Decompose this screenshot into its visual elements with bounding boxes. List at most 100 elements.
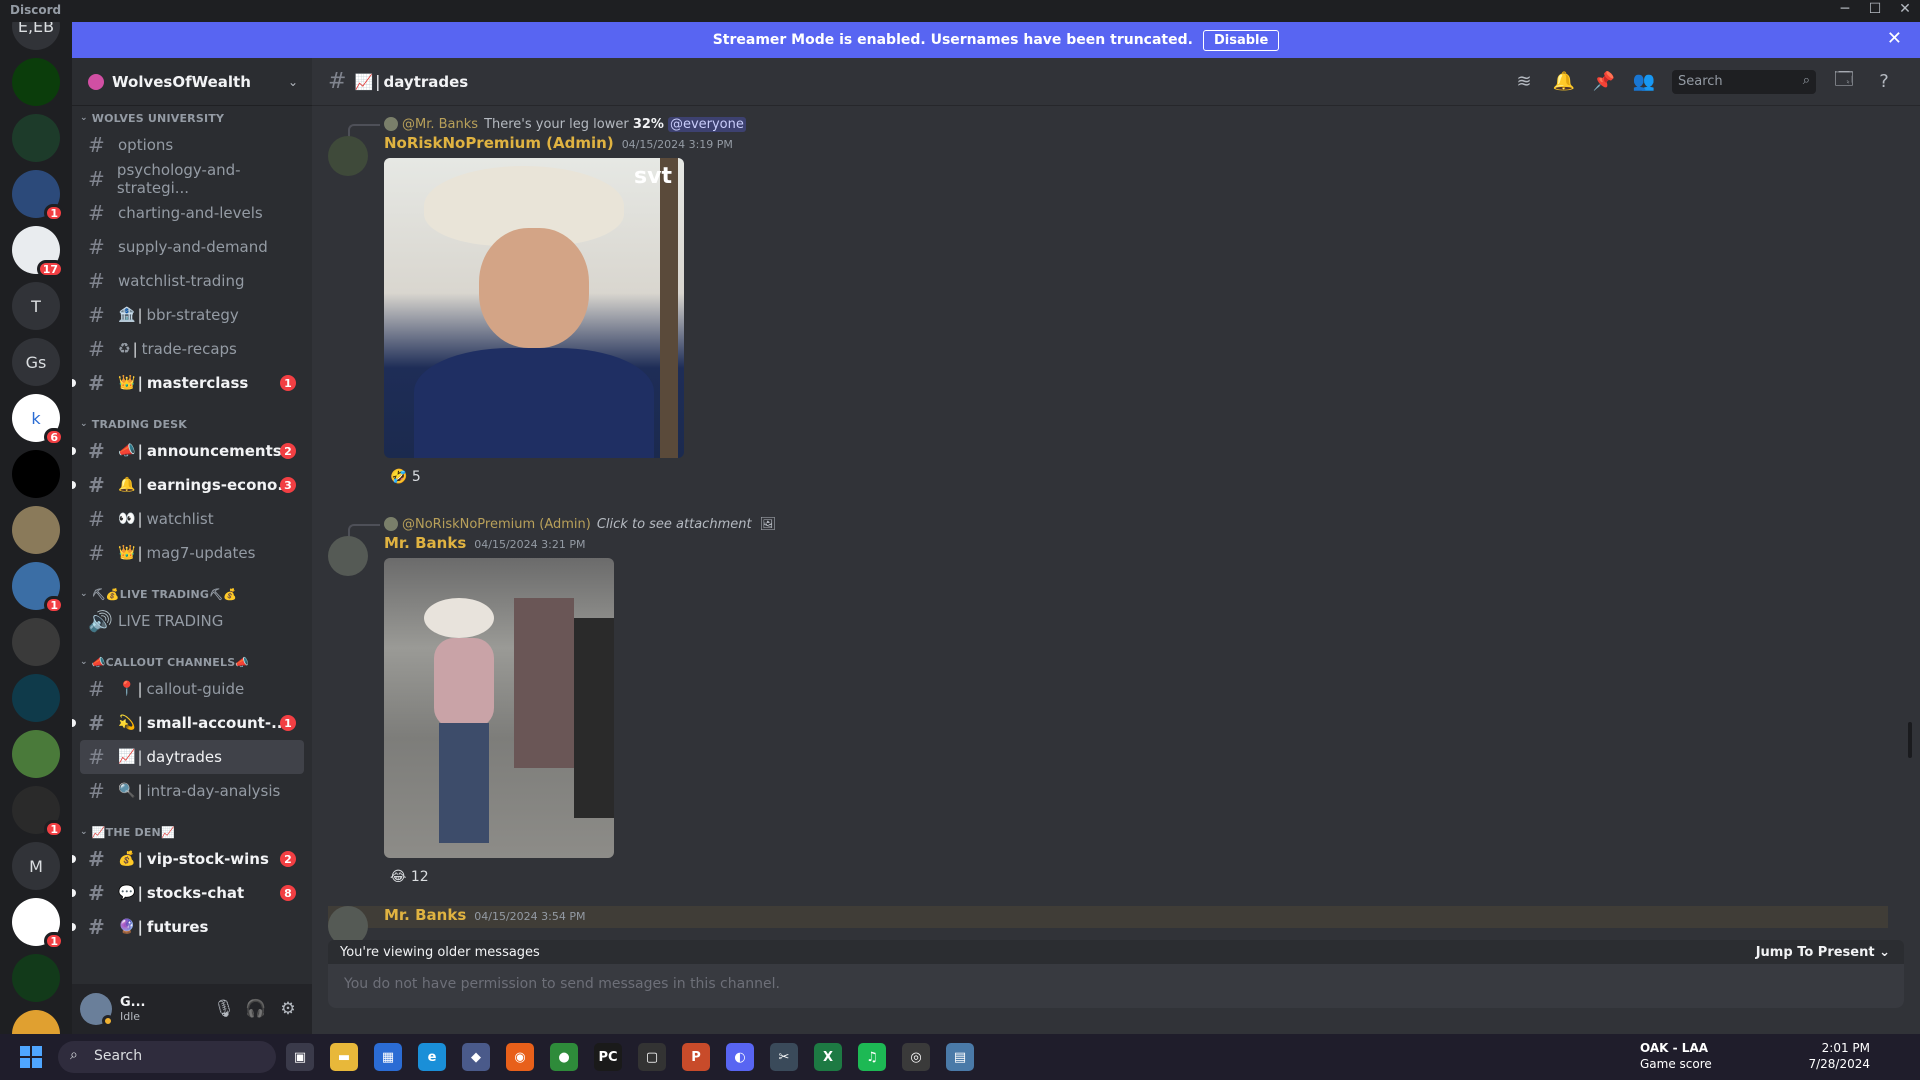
channel-category[interactable]: ⌄ TRADING DESK xyxy=(72,414,312,434)
pinned-messages-icon[interactable]: 📌 xyxy=(1584,71,1624,92)
server-icon[interactable] xyxy=(12,730,60,778)
author-avatar[interactable] xyxy=(328,136,368,176)
server-icon[interactable]: Gs xyxy=(12,338,60,386)
server-icon[interactable]: 1 xyxy=(12,562,64,614)
help-icon[interactable]: ? xyxy=(1864,71,1904,92)
system-clock[interactable]: 2:01 PM 7/28/2024 xyxy=(1790,1040,1870,1072)
reaction-button[interactable]: 😂 12 xyxy=(384,864,435,890)
server-icon[interactable]: k6 xyxy=(12,394,64,446)
task-view-icon[interactable]: ▣ xyxy=(286,1043,314,1071)
channel-item[interactable]: # 📈 | daytrades xyxy=(80,740,304,774)
headphones-icon[interactable]: 🎧 xyxy=(240,999,272,1019)
store-icon[interactable]: ▦ xyxy=(374,1043,402,1071)
chevron-down-icon[interactable]: ⌄ xyxy=(288,75,298,89)
channel-item[interactable]: # 🔮 | futures xyxy=(72,910,304,944)
maximize-button[interactable]: ☐ xyxy=(1860,1,1890,17)
gif-attachment[interactable] xyxy=(384,558,614,858)
channel-item[interactable]: # watchlist-trading xyxy=(80,264,304,298)
gif-attachment[interactable]: svt xyxy=(384,158,684,458)
channel-category[interactable]: ⌄ 📣CALLOUT CHANNELS📣 xyxy=(72,652,312,672)
server-icon[interactable] xyxy=(12,114,60,162)
inbox-icon[interactable]: 🗔 xyxy=(1824,67,1864,97)
app-icon[interactable]: ▤ xyxy=(946,1043,974,1071)
reply-author[interactable]: @Mr. Banks xyxy=(402,117,478,132)
close-banner-icon[interactable]: ✕ xyxy=(1887,28,1902,49)
firefox-icon[interactable]: ◉ xyxy=(506,1043,534,1071)
server-icon[interactable]: 17 xyxy=(12,226,64,278)
pycharm-icon[interactable]: PC xyxy=(594,1043,622,1071)
message-author[interactable]: Mr. Banks xyxy=(384,906,466,924)
edge-icon[interactable]: e xyxy=(418,1043,446,1071)
server-icon[interactable] xyxy=(12,954,60,1002)
channel-item[interactable]: # 📍 | callout-guide xyxy=(80,672,304,706)
channel-item[interactable]: # psychology-and-strategi... xyxy=(80,161,304,197)
powerpoint-icon[interactable]: P xyxy=(682,1043,710,1071)
jump-to-present-button[interactable]: Jump To Present ⌄ xyxy=(1756,945,1890,960)
message-author[interactable]: NoRiskNoPremium (Admin) xyxy=(384,134,614,152)
message-reply[interactable]: @NoRiskNoPremium (Admin) Click to see at… xyxy=(348,514,1888,538)
disable-streamer-button[interactable]: Disable xyxy=(1202,29,1280,51)
member-list-icon[interactable]: 👥 xyxy=(1624,71,1664,92)
channel-item[interactable]: # 🏦 | bbr-strategy xyxy=(80,298,304,332)
reply-author[interactable]: @NoRiskNoPremium (Admin) xyxy=(402,517,591,532)
server-icon[interactable] xyxy=(12,1010,60,1034)
app-icon[interactable]: ◆ xyxy=(462,1043,490,1071)
server-icon[interactable] xyxy=(12,618,60,666)
channel-category[interactable]: ⌄ WOLVES UNIVERSITY xyxy=(72,108,312,128)
channel-category[interactable]: ⌄ ⛏💰LIVE TRADING⛏💰 xyxy=(72,584,312,604)
chrome-icon[interactable]: ● xyxy=(550,1043,578,1071)
taskbar-search-input[interactable]: ⌕ Search xyxy=(58,1041,276,1073)
discord-icon[interactable]: ◐ xyxy=(726,1043,754,1071)
channel-item[interactable]: # ♻ | trade-recaps xyxy=(80,332,304,366)
server-icon[interactable] xyxy=(12,506,60,554)
channel-item[interactable]: # 💫 | small-account-... 1 xyxy=(72,706,304,740)
windows-start-icon[interactable] xyxy=(20,1046,42,1068)
channel-item[interactable]: # 🔔 | earnings-econo... 3 xyxy=(72,468,304,502)
server-icon[interactable] xyxy=(12,674,60,722)
channel-item[interactable]: # 👑 | mag7-updates xyxy=(80,536,304,570)
server-icon[interactable] xyxy=(12,58,60,106)
message-author[interactable]: Mr. Banks xyxy=(384,534,466,552)
channel-item[interactable]: # 👑 | masterclass 1 xyxy=(72,366,304,400)
app-icon[interactable]: ▢ xyxy=(638,1043,666,1071)
channel-item[interactable]: # supply-and-demand xyxy=(80,230,304,264)
server-icon[interactable]: T xyxy=(12,282,60,330)
microphone-icon[interactable]: 🎙 xyxy=(208,999,240,1019)
user-avatar[interactable] xyxy=(80,993,114,1027)
spotify-icon[interactable]: ♫ xyxy=(858,1043,886,1071)
channel-item[interactable]: # 👀 | watchlist xyxy=(80,502,304,536)
chat-scrollbar[interactable] xyxy=(1908,722,1912,758)
server-icon[interactable]: 1 xyxy=(12,170,64,222)
reply-text[interactable]: Click to see attachment xyxy=(597,517,752,532)
game-score-widget[interactable]: OAK - LAA Game score xyxy=(1640,1040,1712,1072)
channel-item[interactable]: # 💰 | vip-stock-wins 2 xyxy=(72,842,304,876)
channel-item[interactable]: # 📣 | announcements 2 xyxy=(72,434,304,468)
server-header[interactable]: WolvesOfWealth ⌄ xyxy=(72,58,312,106)
notification-bell-icon[interactable]: 🔔 xyxy=(1544,71,1584,92)
channel-item[interactable]: # options xyxy=(80,128,304,162)
close-window-button[interactable]: ✕ xyxy=(1890,1,1920,17)
search-input[interactable]: Search ⌕ xyxy=(1672,69,1816,94)
channel-item[interactable]: # charting-and-levels xyxy=(80,196,304,230)
everyone-mention[interactable]: @everyone xyxy=(667,116,746,132)
server-icon[interactable]: 1 xyxy=(12,898,64,950)
server-icon[interactable] xyxy=(12,450,60,498)
channel-item[interactable]: # 🔍 | intra-day-analysis xyxy=(80,774,304,808)
channel-item[interactable]: 🔊 LIVE TRADING xyxy=(80,604,304,638)
snipping-tool-icon[interactable]: ✂ xyxy=(770,1043,798,1071)
message-reply[interactable]: @Mr. Banks There's your leg lower 32% @e… xyxy=(348,114,1888,138)
author-avatar[interactable] xyxy=(328,536,368,576)
file-explorer-icon[interactable]: ▬ xyxy=(330,1043,358,1071)
settings-gear-icon[interactable]: ⚙ xyxy=(272,999,304,1019)
reaction-button[interactable]: 🤣 5 xyxy=(384,464,427,490)
server-icon[interactable]: E,EB xyxy=(12,22,60,50)
server-icon[interactable]: 1 xyxy=(12,786,64,838)
older-messages-bar[interactable]: You're viewing older messages Jump To Pr… xyxy=(328,940,1904,964)
channel-category[interactable]: ⌄ 📈THE DEN📈 xyxy=(72,822,312,842)
channel-item[interactable]: # 💬 | stocks-chat 8 xyxy=(72,876,304,910)
excel-icon[interactable]: X xyxy=(814,1043,842,1071)
threads-icon[interactable]: ≋ xyxy=(1504,71,1544,92)
minimize-button[interactable]: ─ xyxy=(1830,1,1860,17)
server-icon[interactable]: M xyxy=(12,842,60,890)
obs-icon[interactable]: ◎ xyxy=(902,1043,930,1071)
